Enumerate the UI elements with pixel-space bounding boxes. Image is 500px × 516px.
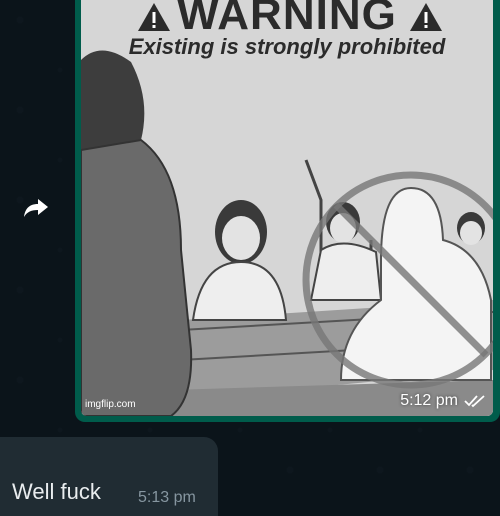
meme-image[interactable]: WARNING Existing is strongly prohibited … <box>81 0 493 416</box>
double-check-icon <box>464 395 485 408</box>
message-time: 5:13 pm <box>138 489 196 506</box>
forward-button[interactable] <box>18 190 54 226</box>
meme-watermark: imgflip.com <box>85 399 136 410</box>
meme-illustration <box>81 0 493 416</box>
incoming-text-message[interactable]: Well fuck 5:13 pm <box>0 437 218 516</box>
image-message-time: 5:12 pm <box>400 392 458 409</box>
outgoing-image-message[interactable]: WARNING Existing is strongly prohibited … <box>75 0 500 422</box>
message-text: Well fuck <box>12 479 101 504</box>
image-message-meta: 5:12 pm <box>400 392 486 410</box>
meme-subline: Existing is strongly prohibited <box>128 34 446 59</box>
forward-icon <box>24 199 48 217</box>
